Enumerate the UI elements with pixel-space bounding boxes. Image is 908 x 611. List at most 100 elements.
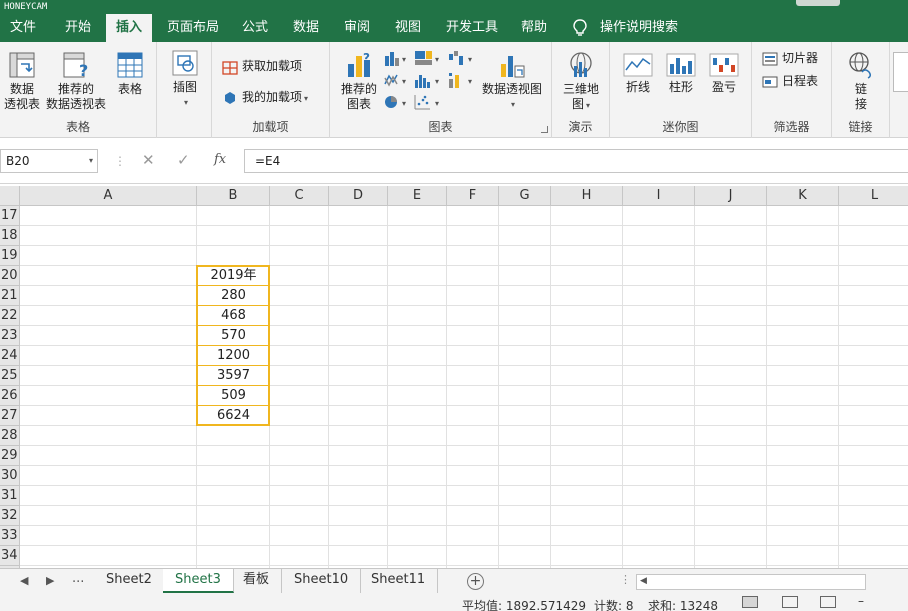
pivot-chart-button[interactable]: 数据透视图 ▾ bbox=[480, 50, 544, 112]
tab-data[interactable]: 数据 bbox=[283, 14, 329, 42]
tab-help[interactable]: 帮助 bbox=[511, 14, 557, 42]
combo-chart-icon[interactable]: ▾ bbox=[448, 72, 478, 88]
tab-developer[interactable]: 开发工具 bbox=[436, 14, 508, 42]
worksheet-grid[interactable]: A B C D E F G H I J K L 17 18 19 20 21 22 23 24 25 26 27 28 29 30… bbox=[0, 186, 908, 568]
group-illustrations: 插图 ▾ bbox=[157, 42, 212, 138]
formula-input[interactable]: =E4 bbox=[244, 149, 908, 173]
svg-text:▾: ▾ bbox=[468, 55, 472, 64]
link-button[interactable]: 链 接 bbox=[846, 50, 876, 112]
chevron-down-icon: ▾ bbox=[586, 101, 591, 110]
svg-text:▾: ▾ bbox=[435, 77, 439, 86]
my-addins-button[interactable]: 我的加载项 ▾ bbox=[222, 88, 308, 106]
statistic-chart-icon[interactable]: ▾ bbox=[414, 72, 444, 88]
group-addins: 获取加载项 我的加载项 ▾ 加载项 bbox=[212, 42, 330, 138]
comments-button[interactable] bbox=[893, 52, 908, 92]
pie-chart-icon[interactable]: ▾ bbox=[384, 94, 410, 110]
tab-view[interactable]: 视图 bbox=[385, 14, 431, 42]
gridline-horizontal bbox=[20, 385, 908, 386]
row-header-19[interactable]: 19 bbox=[0, 246, 20, 266]
hierarchy-chart-icon[interactable]: ▾ bbox=[414, 50, 444, 66]
table-button[interactable]: 表格 bbox=[110, 50, 150, 97]
waterfall-chart-icon[interactable]: ▾ bbox=[448, 50, 478, 66]
sheet-tab-sheet10[interactable]: Sheet10 bbox=[282, 569, 362, 593]
tell-me-search[interactable]: 操作说明搜索 bbox=[590, 14, 688, 42]
splitter-handle-icon[interactable]: ⋮ bbox=[620, 573, 631, 586]
illustrations-button[interactable]: 插图 ▾ bbox=[165, 48, 205, 110]
sparkline-column-button[interactable]: 柱形 bbox=[661, 52, 701, 95]
name-box[interactable]: B20 ▾ bbox=[0, 149, 98, 173]
more-sheets-button[interactable]: ... bbox=[72, 571, 84, 586]
row-header-32[interactable]: 32 bbox=[0, 506, 20, 526]
scroll-left-arrow-icon[interactable]: ◀ bbox=[640, 576, 647, 586]
page-layout-view-icon[interactable] bbox=[782, 596, 798, 608]
slicer-button[interactable]: 切片器 bbox=[762, 49, 818, 67]
recommended-pivot-button[interactable]: ? 推荐的 数据透视表 bbox=[44, 50, 108, 112]
svg-text:▾: ▾ bbox=[402, 99, 406, 108]
window-control-button[interactable] bbox=[796, 0, 840, 6]
line-chart-icon[interactable]: ▾ bbox=[384, 72, 410, 88]
column-header-f[interactable]: F bbox=[447, 186, 499, 206]
pivot-table-button[interactable]: 数据 透视表 bbox=[2, 50, 42, 112]
insert-function-icon[interactable]: fx bbox=[214, 152, 226, 167]
row-header-27[interactable]: 27 bbox=[0, 406, 20, 426]
3d-map-button[interactable]: 三维地 图 ▾ bbox=[558, 50, 604, 113]
row-header-29[interactable]: 29 bbox=[0, 446, 20, 466]
timeline-button[interactable]: 日程表 bbox=[762, 72, 818, 90]
sheet-tab-dashboard[interactable]: 看板 bbox=[231, 569, 283, 593]
column-header-b[interactable]: B bbox=[197, 186, 270, 206]
tab-home[interactable]: 开始 bbox=[55, 14, 101, 42]
row-header-25[interactable]: 25 bbox=[0, 366, 20, 386]
puzzle-icon bbox=[225, 91, 235, 104]
row-header-34[interactable]: 34 bbox=[0, 546, 20, 566]
row-header-33[interactable]: 33 bbox=[0, 526, 20, 546]
column-header-e[interactable]: E bbox=[388, 186, 447, 206]
sheet-tab-sheet3[interactable]: Sheet3 bbox=[163, 569, 234, 593]
gridline-horizontal bbox=[20, 265, 908, 266]
zoom-out-icon[interactable]: – bbox=[858, 594, 864, 608]
tab-review[interactable]: 审阅 bbox=[334, 14, 380, 42]
row-header-26[interactable]: 26 bbox=[0, 386, 20, 406]
row-header-17[interactable]: 17 bbox=[0, 206, 20, 226]
cancel-icon[interactable]: ✕ bbox=[142, 151, 155, 169]
column-header-j[interactable]: J bbox=[695, 186, 767, 206]
group-addins-label: 加载项 bbox=[252, 120, 289, 134]
get-addins-button[interactable]: 获取加载项 bbox=[222, 57, 302, 75]
recommended-charts-button[interactable]: ? 推荐的 图表 bbox=[336, 50, 382, 112]
column-chart-icon[interactable]: ▾ bbox=[384, 50, 410, 66]
normal-view-icon[interactable] bbox=[742, 596, 758, 608]
row-header-31[interactable]: 31 bbox=[0, 486, 20, 506]
row-header-24[interactable]: 24 bbox=[0, 346, 20, 366]
row-header-20[interactable]: 20 bbox=[0, 266, 20, 286]
tab-insert[interactable]: 插入 bbox=[106, 14, 153, 42]
group-links-label: 链接 bbox=[848, 120, 873, 134]
scatter-chart-icon[interactable]: ▾ bbox=[414, 94, 444, 110]
sparkline-line-button[interactable]: 折线 bbox=[618, 52, 658, 95]
column-header-d[interactable]: D bbox=[329, 186, 388, 206]
row-header-23[interactable]: 23 bbox=[0, 326, 20, 346]
column-header-g[interactable]: G bbox=[499, 186, 551, 206]
sheet-tab-sheet11[interactable]: Sheet11 bbox=[359, 569, 439, 593]
scroll-left-icon[interactable]: ◀ bbox=[20, 574, 28, 587]
add-sheet-icon[interactable]: + bbox=[467, 573, 484, 590]
row-header-22[interactable]: 22 bbox=[0, 306, 20, 326]
column-header-i[interactable]: I bbox=[623, 186, 695, 206]
select-all-corner[interactable] bbox=[0, 186, 20, 206]
column-header-l[interactable]: L bbox=[839, 186, 908, 206]
tab-file[interactable]: 文件 bbox=[0, 14, 46, 42]
column-header-a[interactable]: A bbox=[20, 186, 197, 206]
sheet-tab-sheet2[interactable]: Sheet2 bbox=[94, 569, 165, 593]
enter-icon[interactable]: ✓ bbox=[177, 151, 190, 169]
tab-formulas[interactable]: 公式 bbox=[232, 14, 278, 42]
row-header-21[interactable]: 21 bbox=[0, 286, 20, 306]
row-header-30[interactable]: 30 bbox=[0, 466, 20, 486]
tab-page-layout[interactable]: 页面布局 bbox=[157, 14, 229, 42]
page-break-view-icon[interactable] bbox=[820, 596, 836, 608]
column-header-k[interactable]: K bbox=[767, 186, 839, 206]
column-header-h[interactable]: H bbox=[551, 186, 623, 206]
column-header-c[interactable]: C bbox=[270, 186, 329, 206]
scroll-right-icon[interactable]: ▶ bbox=[46, 574, 54, 587]
horizontal-scrollbar[interactable]: ◀ bbox=[636, 574, 866, 590]
row-header-18[interactable]: 18 bbox=[0, 226, 20, 246]
sparkline-winloss-button[interactable]: 盈亏 bbox=[704, 52, 744, 95]
row-header-28[interactable]: 28 bbox=[0, 426, 20, 446]
